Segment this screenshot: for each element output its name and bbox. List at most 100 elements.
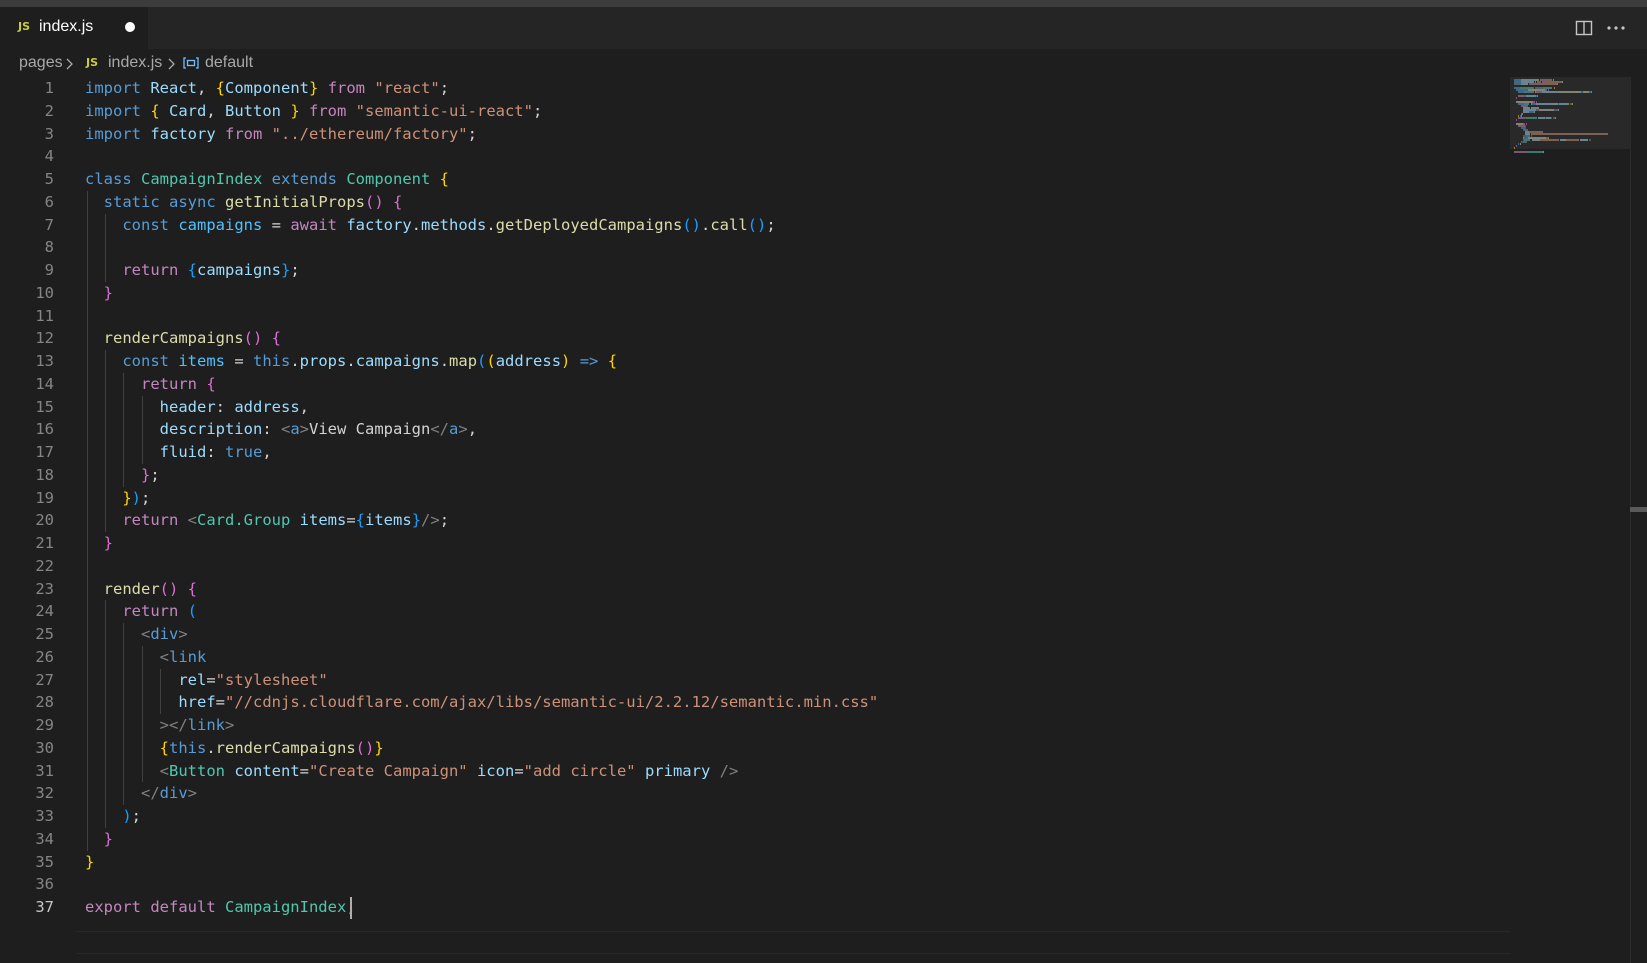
code-editor[interactable]: 1 import React, {Component} from "react";… (0, 77, 1510, 963)
indent-guide (123, 372, 125, 487)
code-line[interactable]: 18 }; (0, 464, 1510, 488)
code-line[interactable]: 26 <link (0, 646, 1510, 670)
breadcrumb-folder[interactable]: pages (19, 54, 63, 72)
code-line[interactable]: 3 import factory from "../ethereum/factor… (0, 123, 1510, 147)
line-number: 7 (44, 215, 54, 234)
code-token: /> (710, 761, 739, 780)
code-token: } (85, 852, 95, 871)
code-line[interactable]: 8 (0, 236, 1510, 260)
code-token: call (710, 215, 748, 234)
unsaved-dot-icon[interactable] (125, 22, 135, 32)
breadcrumb-file[interactable]: index.js (108, 54, 162, 72)
line-number: 37 (35, 898, 54, 916)
code-line[interactable]: 17 fluid: true, (0, 441, 1510, 465)
code-line[interactable]: 16 description: <a>View Campaign</a>, (0, 418, 1510, 442)
line-number: 11 (35, 306, 54, 325)
code-line[interactable]: 14 return { (0, 373, 1510, 397)
code-token: () (682, 215, 701, 234)
code-text: } (85, 282, 113, 306)
code-line[interactable]: 35} (0, 851, 1510, 875)
code-line[interactable]: 32 </div> (0, 782, 1510, 806)
code-line[interactable]: 30 {this.renderCampaigns()} (0, 737, 1510, 761)
code-token: . (700, 215, 711, 234)
code-line[interactable]: 6 static async getInitialProps() { (0, 191, 1510, 215)
code-token: , (299, 397, 309, 416)
code-line[interactable]: 10 } (0, 282, 1510, 306)
code-token: ; (131, 807, 142, 825)
tab-index-js[interactable]: JS index.js (0, 7, 148, 49)
code-line[interactable]: 27 rel="stylesheet" (0, 669, 1510, 693)
code-line[interactable]: 11 (0, 305, 1510, 329)
code-text: }; (85, 464, 160, 488)
line-number: 21 (35, 534, 54, 552)
code-line[interactable]: 31 <Button content="Create Campaign" ico… (0, 760, 1510, 784)
breadcrumb-symbol[interactable]: default (205, 54, 253, 72)
code-line[interactable]: 33 ); (0, 805, 1510, 829)
vertical-scrollbar[interactable] (1630, 77, 1647, 963)
code-line[interactable]: 34 } (0, 828, 1510, 852)
code-token: link (169, 647, 207, 666)
code-token: { (178, 579, 197, 598)
code-line[interactable]: 28 href="//cdnjs.cloudflare.com/ajax/lib… (0, 691, 1510, 715)
code-token: Card.Group (197, 511, 291, 530)
minimap-token (1542, 151, 1544, 153)
code-token: < (85, 647, 169, 666)
code-token: < (85, 625, 151, 643)
line-number: 9 (44, 261, 54, 279)
editor-window: JS index.js pages JS index.js default 1 … (0, 0, 1647, 963)
more-actions-icon[interactable] (1604, 18, 1628, 38)
code-line[interactable]: 22 (0, 555, 1510, 579)
code-token: </ (430, 420, 450, 439)
minimap-slider[interactable] (1510, 77, 1630, 149)
split-editor-icon[interactable] (1574, 18, 1594, 38)
code-token: { (215, 79, 226, 97)
code-token: ; (141, 488, 151, 507)
code-text: export default CampaignIndex; (85, 896, 356, 920)
minimap[interactable] (1510, 77, 1630, 963)
line-number: 10 (35, 283, 54, 302)
code-token: "../ethereum/factory" (271, 124, 468, 143)
code-token: items (365, 511, 412, 530)
title-strip (0, 0, 1647, 7)
code-line[interactable]: 36 (0, 873, 1510, 897)
code-token: /> (421, 511, 440, 530)
code-token: { (206, 374, 216, 393)
minimap-token (1514, 151, 1521, 153)
code-text: } (85, 532, 113, 556)
code-line[interactable]: 23 render() { (0, 578, 1510, 602)
line-number: 23 (35, 579, 54, 598)
code-token: } (85, 488, 132, 507)
code-token: props (299, 352, 347, 370)
scrollbar-thumb[interactable] (1630, 507, 1647, 512)
code-text: href="//cdnjs.cloudflare.com/ajax/libs/s… (85, 691, 878, 715)
code-line[interactable]: 4 (0, 145, 1510, 169)
code-token: CampaignIndex (141, 170, 263, 188)
code-token: { (383, 192, 403, 211)
code-line[interactable]: 15 header: address, (0, 396, 1510, 420)
code-token: import (85, 124, 151, 143)
code-line[interactable]: 29 ></link> (0, 714, 1510, 738)
code-line[interactable]: 12 renderCampaigns() { (0, 327, 1510, 351)
code-token: a (449, 420, 459, 439)
code-line[interactable]: 19 }); (0, 487, 1510, 511)
code-line[interactable]: 7 const campaigns = await factory.method… (0, 214, 1510, 238)
code-line[interactable]: 5 class CampaignIndex extends Component { (0, 168, 1510, 192)
code-token: = (215, 693, 225, 712)
code-token: div (150, 625, 179, 643)
code-line[interactable]: 13 const items = this.props.campaigns.ma… (0, 350, 1510, 374)
line-number: 30 (35, 738, 54, 757)
code-text: {this.renderCampaigns()} (85, 737, 384, 761)
line-number: 27 (35, 670, 54, 689)
code-token: , (197, 79, 216, 97)
code-line[interactable]: 1 import React, {Component} from "react"; (0, 77, 1510, 101)
code-line[interactable]: 37 export default CampaignIndex; (0, 896, 1510, 920)
code-line[interactable]: 21 } (0, 532, 1510, 556)
code-line[interactable]: 20 return <Card.Group items={items}/>; (0, 509, 1510, 533)
code-line[interactable]: 2 import { Card, Button } from "semantic-… (0, 100, 1510, 124)
code-line[interactable]: 9 return {campaigns}; (0, 259, 1510, 283)
code-token: content (225, 761, 300, 780)
code-line[interactable]: 24 return ( (0, 600, 1510, 624)
code-line[interactable]: 25 <div> (0, 623, 1510, 647)
code-token: CampaignIndex (224, 898, 347, 916)
code-token: , (467, 420, 478, 439)
